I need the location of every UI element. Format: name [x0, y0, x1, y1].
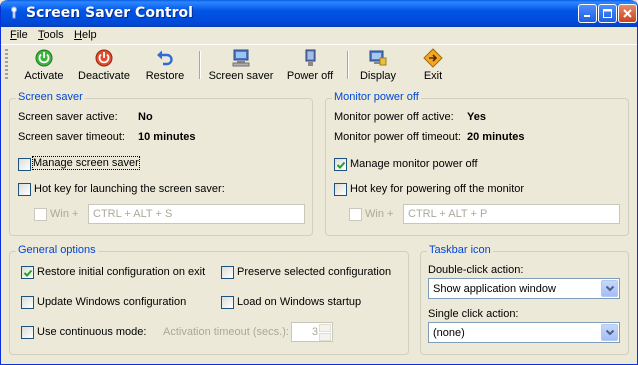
- menu-bar: File Tools Help: [1, 27, 637, 43]
- activation-timeout-label: Activation timeout (secs.):: [163, 326, 289, 338]
- toolbar: Activate Deactivate Restore Screen saver…: [1, 44, 637, 84]
- screen-saver-hotkey-label[interactable]: Hot key for launching the screen saver:: [34, 183, 225, 195]
- screen-saver-hotkey-checkbox[interactable]: [18, 183, 31, 196]
- toolbar-separator: [199, 51, 201, 79]
- screen-saver-win-label: Win +: [50, 208, 79, 220]
- monitor-screensaver-icon: [232, 49, 250, 67]
- monitor-win-checkbox[interactable]: [349, 208, 362, 221]
- close-icon: [623, 9, 632, 18]
- minimize-button[interactable]: [578, 4, 597, 23]
- spin-up-button[interactable]: [319, 324, 331, 332]
- screen-saver-button[interactable]: Screen saver: [205, 47, 277, 83]
- group-title: Screen saver: [16, 91, 85, 103]
- single-click-label: Single click action:: [428, 308, 519, 320]
- monitor-hotkey-field[interactable]: CTRL + ALT + P: [403, 204, 620, 224]
- single-click-select[interactable]: (none): [428, 322, 620, 343]
- menu-file[interactable]: File: [8, 27, 30, 43]
- restore-config-checkbox[interactable]: [21, 266, 34, 279]
- continuous-mode-label[interactable]: Use continuous mode:: [37, 326, 146, 338]
- monitor-hotkey-label[interactable]: Hot key for powering off the monitor: [350, 183, 524, 195]
- app-icon: [11, 6, 17, 19]
- screen-saver-timeout-value: 10 minutes: [138, 131, 196, 143]
- monitor-active-value: Yes: [467, 111, 486, 123]
- screen-saver-hotkey-field[interactable]: CTRL + ALT + S: [88, 204, 305, 224]
- chevron-down-icon: [605, 285, 615, 292]
- continuous-mode-checkbox[interactable]: [21, 326, 34, 339]
- power-off-icon: [95, 49, 113, 67]
- power-on-icon: [35, 49, 53, 67]
- dropdown-button[interactable]: [601, 280, 618, 297]
- dropdown-button[interactable]: [601, 324, 618, 341]
- toolbar-separator: [347, 51, 349, 79]
- activate-button[interactable]: Activate: [19, 47, 69, 83]
- monitor-active-label: Monitor power off active:: [334, 111, 454, 123]
- single-click-value: (none): [433, 327, 465, 339]
- maximize-button[interactable]: [598, 4, 617, 23]
- group-title: Taskbar icon: [427, 244, 493, 256]
- monitor-timeout-value: 20 minutes: [467, 131, 525, 143]
- toolbar-grip[interactable]: [5, 49, 8, 81]
- close-button[interactable]: [618, 4, 637, 23]
- chevron-down-icon: [605, 329, 615, 336]
- maximize-icon: [603, 9, 612, 18]
- screen-saver-active-value: No: [138, 111, 153, 123]
- group-title: Monitor power off: [332, 91, 421, 103]
- load-startup-label[interactable]: Load on Windows startup: [237, 296, 361, 308]
- monitor-win-label: Win +: [365, 208, 394, 220]
- preserve-config-checkbox[interactable]: [221, 266, 234, 279]
- manage-monitor-label[interactable]: Manage monitor power off: [350, 158, 478, 170]
- preserve-config-label[interactable]: Preserve selected configuration: [237, 266, 391, 278]
- update-windows-label[interactable]: Update Windows configuration: [37, 296, 186, 308]
- update-windows-checkbox[interactable]: [21, 296, 34, 309]
- double-click-select[interactable]: Show application window: [428, 278, 620, 299]
- double-click-value: Show application window: [433, 283, 556, 295]
- display-properties-icon: [369, 50, 387, 66]
- minimize-icon: [584, 15, 590, 17]
- activation-timeout-value: 3: [311, 326, 318, 338]
- monitor-hotkey-checkbox[interactable]: [334, 183, 347, 196]
- undo-icon: [157, 50, 173, 66]
- menu-tools[interactable]: Tools: [36, 27, 66, 43]
- screen-saver-timeout-label: Screen saver timeout:: [18, 131, 125, 143]
- display-button[interactable]: Display: [355, 47, 401, 83]
- app-window: Screen Saver Control File Tools Help Act…: [0, 0, 638, 365]
- title-bar[interactable]: Screen Saver Control: [1, 0, 637, 27]
- screen-saver-active-label: Screen saver active:: [18, 111, 118, 123]
- restore-button[interactable]: Restore: [141, 47, 189, 83]
- double-click-label: Double-click action:: [428, 264, 524, 276]
- checkmark-icon: [336, 161, 346, 169]
- power-off-button[interactable]: Power off: [281, 47, 339, 83]
- manage-screen-saver-label[interactable]: Manage screen saver: [32, 156, 140, 170]
- spin-down-button[interactable]: [319, 333, 331, 341]
- restore-config-label[interactable]: Restore initial configuration on exit: [37, 266, 205, 278]
- activation-timeout-spinner[interactable]: 3: [291, 322, 333, 342]
- deactivate-button[interactable]: Deactivate: [74, 47, 134, 83]
- checkmark-icon: [23, 269, 33, 277]
- manage-monitor-checkbox[interactable]: [334, 158, 347, 171]
- exit-button[interactable]: Exit: [413, 47, 453, 83]
- exit-icon: [423, 48, 443, 68]
- monitor-power-icon: [305, 49, 316, 66]
- monitor-timeout-label: Monitor power off timeout:: [334, 131, 461, 143]
- group-title: General options: [16, 244, 98, 256]
- window-title: Screen Saver Control: [26, 5, 193, 21]
- screen-saver-win-checkbox[interactable]: [34, 208, 47, 221]
- menu-help[interactable]: Help: [72, 27, 99, 43]
- load-startup-checkbox[interactable]: [221, 296, 234, 309]
- manage-screen-saver-checkbox[interactable]: [18, 158, 31, 171]
